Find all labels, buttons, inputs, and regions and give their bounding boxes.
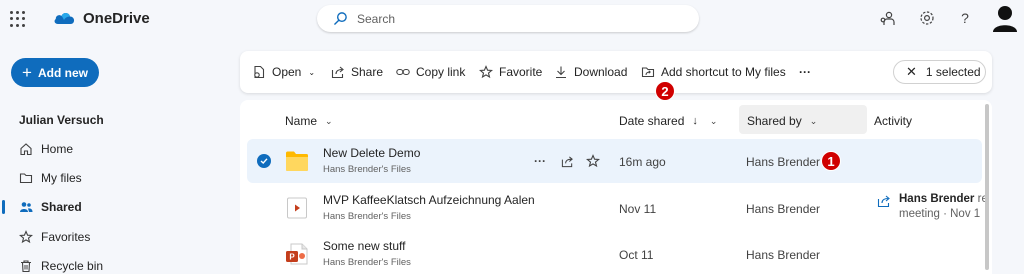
star-icon[interactable] xyxy=(585,153,601,169)
favorite-label: Favorite xyxy=(499,65,543,79)
active-nav-indicator xyxy=(2,200,5,214)
shared-by: Hans Brender xyxy=(746,248,821,262)
share-people-icon[interactable] xyxy=(878,9,896,27)
copy-link-label: Copy link xyxy=(416,65,466,79)
home-icon xyxy=(19,142,33,156)
table-row[interactable]: New Delete Demo Hans Brender's Files ···… xyxy=(247,139,982,183)
download-icon xyxy=(554,65,568,79)
share-activity-icon xyxy=(877,195,890,208)
selection-pill[interactable]: ✕ 1 selected xyxy=(893,60,986,84)
star-icon xyxy=(19,230,33,244)
help-icon[interactable]: ? xyxy=(956,9,974,27)
annotation-badge-1: 1 xyxy=(821,151,841,171)
file-location: Hans Brender's Files xyxy=(323,164,411,175)
share-icon[interactable] xyxy=(559,153,575,169)
chevron-down-icon: ⌄ xyxy=(809,115,818,126)
activity-user: Hans Brender xyxy=(899,193,975,205)
activity-detail: meeting · Nov 1 xyxy=(899,208,981,220)
folder-icon xyxy=(19,171,33,185)
share-button[interactable]: Share xyxy=(331,64,383,80)
annotation-badge-2: 2 xyxy=(655,81,675,101)
selected-count: 1 selected xyxy=(925,65,981,79)
download-label: Download xyxy=(574,65,628,79)
file-name[interactable]: Some new stuff xyxy=(323,239,406,253)
column-header-label: Shared by xyxy=(747,114,802,128)
sidebar-item-recycle-bin[interactable]: Recycle bin xyxy=(19,256,103,274)
search-box[interactable]: Search xyxy=(317,5,699,32)
command-bar: Open ⌄ Share Copy link Favorite Download… xyxy=(240,51,992,93)
add-shortcut-button[interactable]: Add shortcut to My files xyxy=(641,64,786,80)
file-name[interactable]: New Delete Demo xyxy=(323,146,420,160)
gear-icon[interactable] xyxy=(918,9,936,27)
shared-by: Hans Brender xyxy=(746,202,821,216)
chevron-down-icon: ⌄ xyxy=(325,115,333,126)
add-new-label: Add new xyxy=(37,65,88,80)
column-header-activity[interactable]: Activity xyxy=(874,114,912,128)
column-header-date-shared[interactable]: Date shared ↓ ⌄ xyxy=(619,114,717,128)
table-row[interactable]: MVP KaffeeKlatsch Aufzeichnung Aalen Han… xyxy=(247,186,988,230)
more-options-icon[interactable]: ··· xyxy=(532,153,548,169)
chevron-down-icon: ⌄ xyxy=(308,67,316,77)
column-header-label: Name xyxy=(285,114,318,128)
scrollbar[interactable] xyxy=(985,104,989,270)
favorite-button[interactable]: Favorite xyxy=(479,64,542,80)
open-label: Open xyxy=(272,65,302,79)
column-header-shared-by[interactable]: Shared by ⌄ xyxy=(747,114,817,128)
shared-by: Hans Brender xyxy=(746,155,821,169)
add-shortcut-label: Add shortcut to My files xyxy=(661,65,786,79)
svg-text:P: P xyxy=(289,253,295,262)
sidebar-item-favorites[interactable]: Favorites xyxy=(19,227,90,247)
download-button[interactable]: Download xyxy=(554,64,627,80)
people-icon xyxy=(19,200,33,214)
share-label: Share xyxy=(351,65,384,79)
date-shared: Nov 11 xyxy=(619,202,657,216)
date-shared: 16m ago xyxy=(619,155,666,169)
video-file-icon xyxy=(287,197,307,219)
folder-icon xyxy=(286,151,308,171)
plus-icon: + xyxy=(22,63,32,82)
sidebar-item-label: Home xyxy=(41,142,74,156)
activity-text: Hans Brender re xyxy=(899,193,988,205)
close-icon[interactable]: ✕ xyxy=(906,64,917,80)
app-launcher-icon[interactable] xyxy=(10,11,26,27)
onedrive-logo-icon xyxy=(54,13,75,24)
powerpoint-file-icon: P xyxy=(286,243,308,265)
search-icon xyxy=(334,12,347,25)
file-location: Hans Brender's Files xyxy=(323,257,411,268)
search-input[interactable]: Search xyxy=(357,12,395,26)
sidebar-item-label: Recycle bin xyxy=(41,259,104,273)
sort-arrow-down-icon: ↓ xyxy=(692,115,698,127)
sidebar-item-home[interactable]: Home xyxy=(19,139,73,159)
folder-shortcut-icon xyxy=(641,65,655,79)
sidebar-item-label: My files xyxy=(41,171,82,185)
file-location: Hans Brender's Files xyxy=(323,211,411,222)
file-name[interactable]: MVP KaffeeKlatsch Aufzeichnung Aalen xyxy=(323,193,535,207)
add-new-button[interactable]: + Add new xyxy=(11,58,99,87)
trash-icon xyxy=(19,259,33,273)
column-header-label: Date shared xyxy=(619,114,685,128)
copy-link-button[interactable]: Copy link xyxy=(396,64,465,80)
table-row[interactable]: P Some new stuff Hans Brender's Files Oc… xyxy=(247,232,982,274)
sidebar-item-my-files[interactable]: My files xyxy=(19,168,82,188)
user-name: Julian Versuch xyxy=(19,113,104,127)
checkmark-icon[interactable] xyxy=(257,154,271,168)
top-header: OneDrive Search ? xyxy=(0,0,1024,38)
avatar[interactable] xyxy=(992,4,1018,32)
sidebar-item-label: Favorites xyxy=(41,230,91,244)
open-button[interactable]: Open ⌄ xyxy=(252,64,315,80)
chevron-down-icon: ⌄ xyxy=(709,115,718,126)
star-icon xyxy=(479,65,493,79)
column-header-name[interactable]: Name ⌄ xyxy=(285,114,333,128)
sidebar-item-shared[interactable]: Shared xyxy=(19,197,82,217)
app-title[interactable]: OneDrive xyxy=(83,10,150,27)
share-icon xyxy=(331,65,345,79)
column-header-label: Activity xyxy=(874,114,913,128)
sidebar-item-label: Shared xyxy=(41,200,82,214)
date-shared: Oct 11 xyxy=(619,248,654,262)
more-options-button[interactable]: ··· xyxy=(799,64,811,80)
open-icon xyxy=(252,65,266,79)
file-list: Name ⌄ Date shared ↓ ⌄ Shared by ⌄ Activ… xyxy=(240,100,992,274)
link-icon xyxy=(396,65,410,79)
